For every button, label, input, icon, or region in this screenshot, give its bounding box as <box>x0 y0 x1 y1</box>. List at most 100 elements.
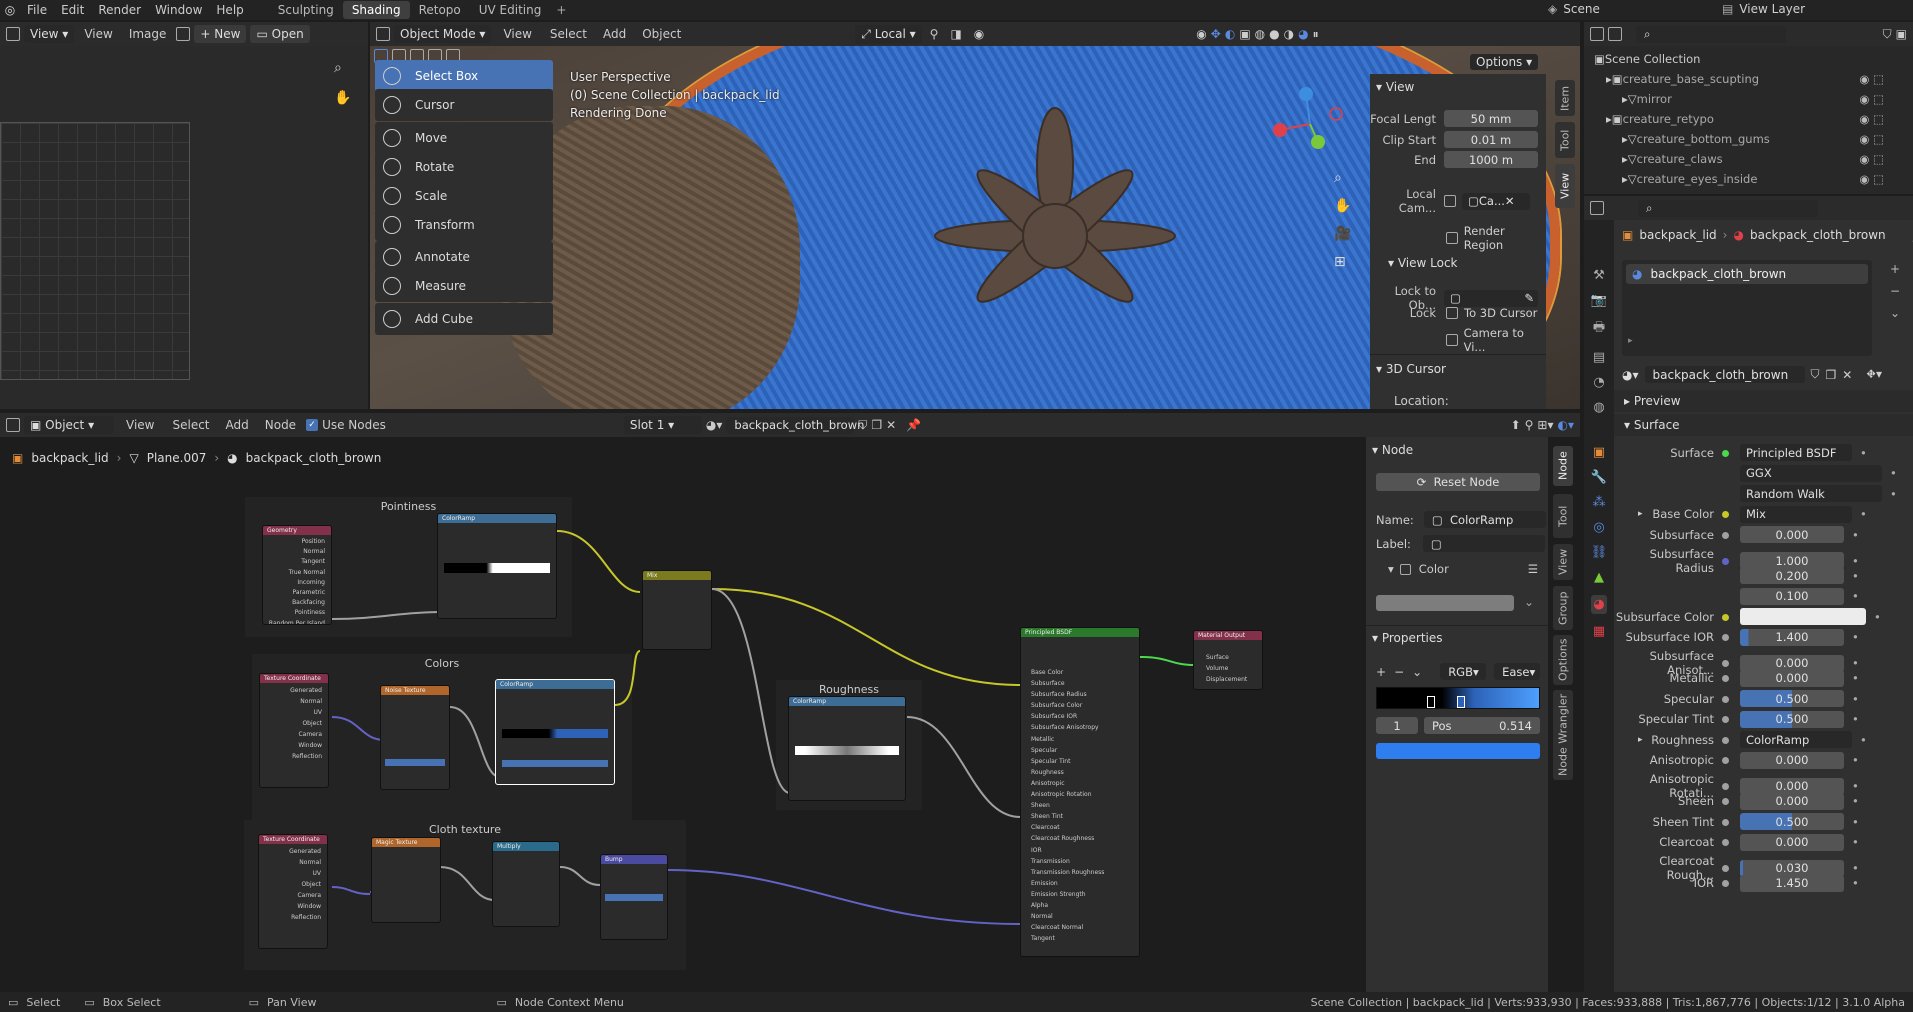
socket-backfacing[interactable]: Backfacing <box>263 598 325 608</box>
slot-dropdown[interactable]: Slot 1 ▾ <box>623 416 702 434</box>
scene-selector[interactable]: ◈ Scene <box>1548 2 1600 16</box>
select-field[interactable]: GGX <box>1740 464 1882 482</box>
socket-normal[interactable]: Normal <box>260 696 322 707</box>
socket-random-per-island[interactable]: Random Per Island <box>263 619 325 624</box>
tab-shading[interactable]: Shading <box>342 1 410 19</box>
new-image-button[interactable]: + New <box>194 25 247 43</box>
pause-render-icon[interactable]: ⏸ <box>1313 27 1319 42</box>
keyframe-icon[interactable]: • <box>1874 610 1881 624</box>
socket-subsurface[interactable]: Subsurface <box>1031 678 1135 689</box>
local-camera-checkbox[interactable] <box>1444 195 1456 207</box>
texture-tab-icon[interactable]: ▦ <box>1593 624 1605 639</box>
value-field[interactable]: 0.000 <box>1740 792 1844 810</box>
socket-emission[interactable]: Emission <box>1031 878 1135 889</box>
tool-transform[interactable]: Transform <box>375 209 553 241</box>
menu-render[interactable]: Render <box>91 3 148 17</box>
outliner-item-creature-claws[interactable]: ▸ ▽ creature_claws ◉ ⬚ <box>1622 150 1884 168</box>
socket-window[interactable]: Window <box>260 740 322 751</box>
camera-icon[interactable]: ⬚ <box>1873 152 1884 166</box>
tab-tool[interactable]: Tool <box>1553 494 1573 538</box>
value-field[interactable]: 1.450 <box>1740 874 1844 892</box>
node-texture-coordinate-colors[interactable]: Texture Coordinate Generated Normal UV Objec… <box>259 673 329 788</box>
socket-subsurface-anisotropy[interactable]: Subsurface Anisotropy <box>1031 722 1135 733</box>
socket-camera[interactable]: Camera <box>259 890 321 901</box>
color-section-toggle[interactable]: ▾ <box>1388 562 1394 576</box>
reset-node-button[interactable]: ⟳ Reset Node <box>1376 473 1540 491</box>
node-mix[interactable]: Mix <box>642 570 712 650</box>
physics-tab-icon[interactable]: ◎ <box>1593 520 1604 535</box>
socket-specular[interactable]: Specular <box>1031 745 1135 756</box>
clip-start-field[interactable]: 0.01 m <box>1444 131 1538 148</box>
outliner-scene-collection[interactable]: ▣ Scene Collection <box>1594 50 1700 68</box>
node-noise-texture[interactable]: Noise Texture <box>380 685 450 790</box>
unlink-icon[interactable]: ✕ <box>1842 368 1852 382</box>
shader-type-dropdown[interactable]: ▣ Object ▾ <box>24 416 114 434</box>
socket-indicator[interactable] <box>1722 554 1740 568</box>
socket-indicator[interactable] <box>1722 630 1740 644</box>
camera-to-view-checkbox[interactable] <box>1446 334 1458 346</box>
keyframe-icon[interactable]: • <box>1852 528 1859 542</box>
blender-logo-icon[interactable]: ◎ <box>0 3 20 17</box>
image-editor-canvas[interactable]: ⌕ ✋ <box>0 46 368 409</box>
properties-panel-title[interactable]: ▾ Properties <box>1372 631 1443 645</box>
socket-sheen[interactable]: Sheen <box>1031 800 1135 811</box>
outliner-item-creature-bottom-gums[interactable]: ▸ ▽ creature_bottom_gums ◉ ⬚ <box>1622 130 1884 148</box>
keyframe-icon[interactable]: • <box>1852 794 1859 808</box>
menu-image[interactable]: Image <box>123 27 173 41</box>
tab-retopo[interactable]: Retopo <box>410 1 470 19</box>
keyframe-icon[interactable]: • <box>1852 753 1859 767</box>
socket-indicator[interactable] <box>1722 671 1740 685</box>
keyframe-icon[interactable]: • <box>1852 589 1859 603</box>
view-dropdown[interactable]: View ▾ <box>24 25 75 43</box>
tool-move[interactable]: Move <box>375 122 553 154</box>
tab-uv-editing[interactable]: UV Editing <box>470 1 551 19</box>
link-field[interactable]: ColorRamp <box>1740 731 1852 748</box>
hand-icon[interactable]: ✋ <box>334 90 351 106</box>
pin-icon[interactable]: 📌 <box>906 418 921 432</box>
xray-icon[interactable]: ▣ <box>1239 27 1250 41</box>
socket-generated[interactable]: Generated <box>260 685 322 696</box>
value-field[interactable]: 0.000 <box>1740 669 1844 687</box>
socket-clearcoat-roughness[interactable]: Clearcoat Roughness <box>1031 833 1135 844</box>
visibility-icon[interactable]: ◉ <box>1196 27 1206 41</box>
material-browse-icon[interactable]: ◕▾ <box>706 418 723 432</box>
viewport-options-dropdown[interactable]: Options ▾ <box>1470 54 1539 70</box>
tool-annotate[interactable]: Annotate <box>375 241 553 273</box>
constraints-tab-icon[interactable]: ⛓ <box>1591 545 1608 560</box>
color-checkbox[interactable] <box>1399 563 1411 575</box>
tool-rotate[interactable]: Rotate <box>375 151 553 183</box>
socket-alpha[interactable]: Alpha <box>1031 900 1135 911</box>
display-mode-icon[interactable] <box>1608 27 1622 41</box>
socket-roughness[interactable]: Roughness <box>1031 767 1135 778</box>
tab-options[interactable]: Options <box>1553 635 1573 685</box>
list-icon[interactable]: ☰ <box>1528 562 1538 576</box>
value-field[interactable]: 0.500 <box>1740 710 1844 728</box>
view-lock-title[interactable]: ▾ View Lock <box>1388 256 1458 270</box>
snap-icon[interactable]: ⚲ <box>1525 418 1534 432</box>
keyframe-icon[interactable]: • <box>1852 692 1859 706</box>
editor-type-icon[interactable] <box>6 27 20 41</box>
outliner-item-creature-retypo[interactable]: ▸ ▣ creature_retypo ◉ ⬚ <box>1606 110 1884 128</box>
socket-indicator[interactable] <box>1722 712 1740 726</box>
tool-tab-icon[interactable]: ⚒ <box>1593 268 1605 283</box>
keyframe-icon[interactable]: • <box>1852 569 1859 583</box>
data-tab-icon[interactable]: ▲ <box>1594 570 1604 585</box>
socket-subsurface-color[interactable]: Subsurface Color <box>1031 700 1135 711</box>
camera-icon[interactable]: 🎥 <box>1334 226 1351 242</box>
menu-edit[interactable]: Edit <box>54 3 91 17</box>
remove-stop-icon[interactable]: − <box>1394 665 1404 679</box>
editor-type-icon[interactable] <box>1590 201 1604 215</box>
color-dropdown-icon[interactable]: ⌄ <box>1524 595 1534 609</box>
menu-node[interactable]: Node <box>259 418 302 432</box>
socket-volume[interactable]: Volume <box>1206 663 1262 674</box>
particles-tab-icon[interactable]: ⁂ <box>1593 495 1606 510</box>
color-field[interactable] <box>1740 608 1866 625</box>
socket-indicator[interactable] <box>1722 876 1740 890</box>
camera-icon[interactable]: ⬚ <box>1873 72 1884 86</box>
link-field[interactable]: Principled BSDF <box>1740 444 1852 461</box>
snap-icon[interactable]: ◨ <box>946 27 965 41</box>
object-tab-icon[interactable]: ▣ <box>1593 445 1605 460</box>
unlink-icon[interactable]: ✕ <box>886 418 896 432</box>
socket-reflection[interactable]: Reflection <box>260 751 322 762</box>
node-colorramp-pointiness[interactable]: ColorRamp <box>437 513 557 619</box>
